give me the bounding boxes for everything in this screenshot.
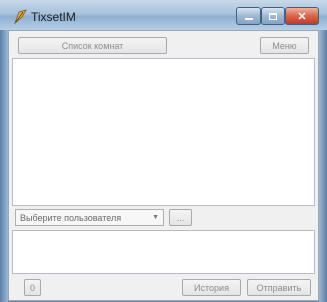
chevron-down-icon: ▼: [152, 214, 159, 221]
maximize-button[interactable]: [261, 7, 285, 25]
user-select-value: Выберите пользователя: [20, 213, 122, 223]
history-button[interactable]: История: [182, 279, 241, 296]
chat-log-area[interactable]: [12, 58, 315, 206]
menu-button[interactable]: Меню: [260, 37, 309, 54]
message-input[interactable]: [12, 230, 315, 274]
window-border-right: [319, 30, 327, 302]
minimize-icon: [244, 18, 253, 20]
close-icon: ✕: [297, 10, 307, 23]
feather-pen-icon: [14, 9, 27, 24]
send-button[interactable]: Отправить: [247, 279, 311, 296]
window-title: TixsetIM: [31, 10, 76, 24]
window-border-left: [0, 30, 8, 302]
client-area: Список комнат Меню Выберите пользователя…: [8, 30, 319, 301]
user-select-dropdown[interactable]: Выберите пользователя ▼: [15, 209, 164, 226]
close-button[interactable]: ✕: [285, 7, 319, 25]
title-bar[interactable]: TixsetIM ✕: [0, 0, 327, 30]
room-list-button[interactable]: Список комнат: [18, 37, 167, 54]
counter-badge: 0: [24, 279, 41, 296]
more-options-button[interactable]: ...: [169, 209, 192, 226]
maximize-icon: [269, 12, 277, 20]
minimize-button[interactable]: [236, 7, 261, 25]
